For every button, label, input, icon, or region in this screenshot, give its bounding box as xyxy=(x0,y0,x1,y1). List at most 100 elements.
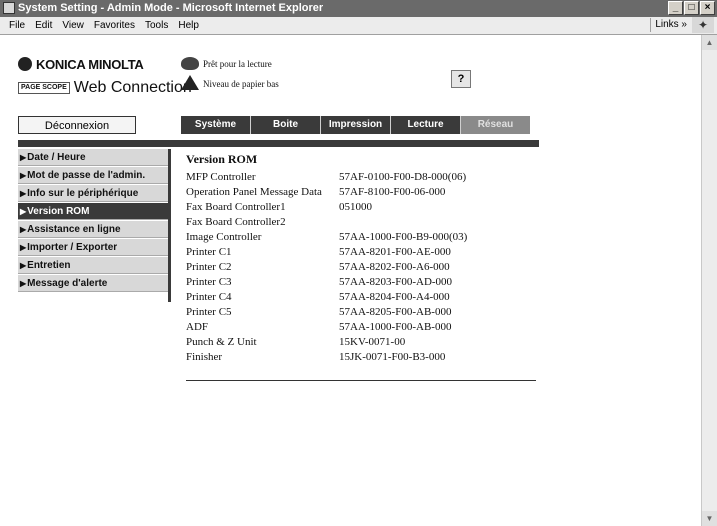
status-paper-low-text: Niveau de papier bas xyxy=(203,79,279,89)
rom-label: Punch & Z Unit xyxy=(186,336,257,348)
rom-row: Finisher 15JK-0071-F00-B3-000 xyxy=(186,350,536,365)
sidebar-item-entretien[interactable]: ▶Entretien xyxy=(18,257,170,274)
sidebar-item-label: Message d'alerte xyxy=(27,278,108,289)
content-divider xyxy=(186,380,536,381)
rom-row: Image Controller 57AA-1000-F00-B9-000(03) xyxy=(186,230,536,245)
web-connection-logo: PAGE SCOPE Web Connection xyxy=(18,79,192,97)
rom-label: Printer C1 xyxy=(186,246,232,258)
main-tabs: Système Boite Impression Lecture Réseau xyxy=(181,116,530,134)
rom-version-panel: Version ROM MFP Controller 57AF-0100-F00-… xyxy=(186,152,536,381)
ie-logo-icon: ✦ xyxy=(692,17,714,33)
rom-row: Fax Board Controller1 051000 xyxy=(186,200,536,215)
sidebar-item-label: Entretien xyxy=(27,260,71,271)
tab-boite[interactable]: Boite xyxy=(251,116,321,134)
rom-label: Fax Board Controller1 xyxy=(186,201,286,213)
tab-systeme[interactable]: Système xyxy=(181,116,251,134)
rom-value: 57AA-8202-F00-A6-000 xyxy=(339,261,450,273)
rom-row: Printer C3 57AA-8203-F00-AD-000 xyxy=(186,275,536,290)
rom-label: Printer C3 xyxy=(186,276,232,288)
tab-impression[interactable]: Impression xyxy=(321,116,391,134)
rom-label: Fax Board Controller2 xyxy=(186,216,286,228)
sidebar-item-info-peripherique[interactable]: ▶Info sur le périphérique xyxy=(18,185,170,202)
tab-lecture[interactable]: Lecture xyxy=(391,116,461,134)
rom-label: Printer C4 xyxy=(186,291,232,303)
sidebar-item-label: Date / Heure xyxy=(27,152,86,163)
vertical-scrollbar[interactable]: ▲ ▼ xyxy=(701,35,717,526)
header-divider-bar xyxy=(18,140,539,147)
rom-value: 57AA-8203-F00-AD-000 xyxy=(339,276,453,288)
rom-row: Fax Board Controller2 xyxy=(186,215,536,230)
window-controls: _ □ × xyxy=(668,1,715,15)
sidebar-item-label: Version ROM xyxy=(27,206,90,217)
page-title: Version ROM xyxy=(186,152,258,166)
rom-row: Printer C4 57AA-8204-F00-A4-000 xyxy=(186,290,536,305)
rom-value: 15KV-0071-00 xyxy=(339,336,406,348)
status-ready: Prêt pour la lecture xyxy=(181,57,272,70)
help-button[interactable]: ? xyxy=(451,70,471,88)
arrow-right-icon: ▶ xyxy=(20,261,27,270)
logout-button[interactable]: Déconnexion xyxy=(18,116,136,134)
scroll-up-icon[interactable]: ▲ xyxy=(702,35,717,50)
menu-view[interactable]: View xyxy=(57,17,89,34)
rom-label: MFP Controller xyxy=(186,171,256,183)
rom-value: 051000 xyxy=(339,201,372,213)
rom-value: 57AA-1000-F00-B9-000(03) xyxy=(339,231,468,243)
sidebar-item-date-heure[interactable]: ▶Date / Heure xyxy=(18,149,170,166)
sidebar-item-assistance[interactable]: ▶Assistance en ligne xyxy=(18,221,170,238)
rom-label: Printer C2 xyxy=(186,261,232,273)
rom-label: Finisher xyxy=(186,351,223,363)
sidebar-item-label: Mot de passe de l'admin. xyxy=(27,170,146,181)
arrow-right-icon: ▶ xyxy=(20,207,27,216)
tab-reseau[interactable]: Réseau xyxy=(461,116,530,134)
sidebar-item-label: Info sur le périphérique xyxy=(27,188,139,199)
sidebar-item-importer-exporter[interactable]: ▶Importer / Exporter xyxy=(18,239,170,256)
rom-label: Image Controller xyxy=(186,231,262,243)
ie-app-icon[interactable] xyxy=(3,2,15,14)
arrow-right-icon: ▶ xyxy=(20,189,27,198)
konica-minolta-globe-icon xyxy=(18,57,32,71)
arrow-right-icon: ▶ xyxy=(20,243,27,252)
window-titlebar[interactable]: System Setting - Admin Mode - Microsoft … xyxy=(0,0,717,17)
rom-row: Operation Panel Message Data 57AF-8100-F0… xyxy=(186,185,536,200)
rom-label: Operation Panel Message Data xyxy=(186,186,322,198)
rom-value: 57AA-8201-F00-AE-000 xyxy=(339,246,451,258)
rom-row: Punch & Z Unit 15KV-0071-00 xyxy=(186,335,536,350)
rom-row: ADF 57AA-1000-F00-AB-000 xyxy=(186,320,536,335)
brand-name: KONICA MINOLTA xyxy=(36,57,144,72)
scroll-down-icon[interactable]: ▼ xyxy=(702,511,717,526)
arrow-right-icon: ▶ xyxy=(20,279,27,288)
rom-label: Printer C5 xyxy=(186,306,232,318)
rom-value: 57AF-0100-F00-D8-000(06) xyxy=(339,171,467,183)
menu-bar: File Edit View Favorites Tools Help Links » ✦ xyxy=(0,17,717,35)
arrow-right-icon: ▶ xyxy=(20,153,27,162)
arrow-right-icon: ▶ xyxy=(20,171,27,180)
menu-help[interactable]: Help xyxy=(173,17,204,34)
close-icon[interactable]: × xyxy=(700,1,715,15)
sidebar-nav: ▶Date / Heure ▶Mot de passe de l'admin. … xyxy=(18,149,170,293)
sidebar-item-version-rom[interactable]: ▶Version ROM xyxy=(18,203,170,220)
menu-favorites[interactable]: Favorites xyxy=(89,17,140,34)
rom-value: 57AA-8205-F00-AB-000 xyxy=(339,306,452,318)
rom-value: 57AA-8204-F00-A4-000 xyxy=(339,291,450,303)
rom-row: Printer C1 57AA-8201-F00-AE-000 xyxy=(186,245,536,260)
menu-file[interactable]: File xyxy=(4,17,30,34)
window-title: System Setting - Admin Mode - Microsoft … xyxy=(18,2,324,14)
sidebar-item-label: Assistance en ligne xyxy=(27,224,121,235)
rom-label: ADF xyxy=(186,321,209,333)
arrow-right-icon: ▶ xyxy=(20,225,27,234)
minimize-icon[interactable]: _ xyxy=(668,1,683,15)
status-ready-text: Prêt pour la lecture xyxy=(203,59,272,69)
sidebar-divider xyxy=(168,149,171,302)
printer-icon xyxy=(181,57,199,70)
sidebar-item-mot-de-passe[interactable]: ▶Mot de passe de l'admin. xyxy=(18,167,170,184)
sidebar-item-label: Importer / Exporter xyxy=(27,242,118,253)
maximize-icon[interactable]: □ xyxy=(684,1,699,15)
menu-tools[interactable]: Tools xyxy=(140,17,173,34)
menu-edit[interactable]: Edit xyxy=(30,17,57,34)
sidebar-item-message-alerte[interactable]: ▶Message d'alerte xyxy=(18,275,170,292)
links-toolbar[interactable]: Links » xyxy=(650,18,687,32)
rom-row: Printer C5 57AA-8205-F00-AB-000 xyxy=(186,305,536,320)
rom-value: 57AF-8100-F00-06-000 xyxy=(339,186,446,198)
rom-row: Printer C2 57AA-8202-F00-A6-000 xyxy=(186,260,536,275)
rom-value: 15JK-0071-F00-B3-000 xyxy=(339,351,446,363)
